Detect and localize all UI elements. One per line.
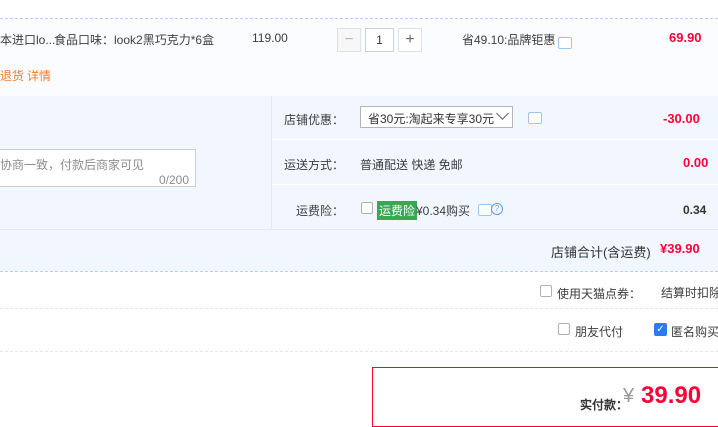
item-sku: 食品口味：look2黑巧克力*6盒 — [54, 33, 215, 47]
actual-payment-amount: 39.90 — [641, 382, 702, 409]
increase-quantity-button[interactable]: + — [398, 28, 422, 52]
shipping-amount: 0.00 — [683, 155, 709, 170]
divider — [0, 229, 718, 230]
item-subtotal: 69.90 — [669, 30, 702, 45]
shop-summary-panel: 协商一致，付款后商家可见 0/200 店铺优惠： 省30元:淘起来专享30元 -… — [0, 96, 718, 272]
divider — [272, 184, 718, 185]
quantity-input[interactable]: 1 — [365, 28, 394, 52]
help-icon[interactable]: ? — [491, 203, 503, 215]
shop-discount-label: 店铺优惠： — [283, 113, 344, 127]
shipping-method-value: 普通配送 快递 免邮 — [360, 158, 463, 172]
anonymous-label: 匿名购买 — [671, 325, 718, 339]
shop-discount-select[interactable]: 省30元:淘起来专享30元 — [360, 106, 513, 128]
currency-symbol: ¥ — [623, 385, 635, 407]
item-promotion: 省49.10:品牌钜惠 — [462, 33, 556, 47]
shop-discount-selected: 省30元:淘起来专享30元 — [368, 112, 495, 126]
freight-insurance-price: ¥0.34购买 — [416, 204, 471, 218]
item-unit-price: 119.00 — [252, 31, 288, 45]
tmall-coupon-checkbox[interactable] — [540, 285, 552, 297]
freight-insurance-badge: 运费险 — [377, 201, 418, 220]
freight-insurance-label: 运费险： — [295, 204, 344, 218]
payment-options-row: 朋友代付 ✓ 匿名购买 — [0, 309, 718, 352]
divider — [272, 139, 718, 140]
chat-icon[interactable] — [558, 37, 572, 49]
tmall-coupon-label: 使用天猫点券： — [557, 287, 642, 301]
shipping-note: 退货 — [0, 69, 25, 83]
chat-icon[interactable] — [528, 112, 542, 124]
remark-placeholder: 协商一致，付款后商家可见 — [0, 158, 145, 172]
decrease-quantity-button[interactable]: − — [337, 28, 361, 52]
actual-payment-label: 实付款： — [580, 398, 629, 412]
shop-total-label: 店铺合计(含运费) — [551, 245, 651, 260]
details-link[interactable]: 详情 — [27, 69, 51, 83]
chevron-down-icon — [496, 107, 509, 120]
chat-icon[interactable] — [478, 204, 492, 216]
friend-pay-label: 朋友代付 — [575, 325, 624, 339]
item-title[interactable]: 本进口lo... — [0, 31, 55, 48]
remark-char-count: 0/200 — [158, 173, 189, 187]
tmall-coupon-value: 结算时扣除 — [661, 286, 718, 300]
tmall-coupon-row: 使用天猫点券： 结算时扣除 — [0, 272, 718, 309]
freight-insurance-amount: 0.34 — [683, 203, 707, 217]
anonymous-checkbox[interactable]: ✓ — [654, 323, 667, 336]
shop-discount-amount: -30.00 — [663, 111, 700, 126]
shop-total-amount: ¥39.90 — [660, 241, 700, 256]
buyer-remark-textarea[interactable]: 协商一致，付款后商家可见 0/200 — [0, 149, 196, 187]
order-item-row: 本进口lo... 食品口味：look2黑巧克力*6盒 119.00 − 1 + … — [0, 18, 718, 97]
actual-payment-box: 实付款： ¥ 39.90 — [372, 367, 718, 427]
friend-pay-checkbox[interactable] — [558, 323, 570, 335]
shipping-method-label: 运送方式： — [283, 158, 344, 172]
item-service-info: 退货 详情 — [0, 67, 51, 84]
freight-insurance-checkbox[interactable] — [361, 202, 373, 214]
